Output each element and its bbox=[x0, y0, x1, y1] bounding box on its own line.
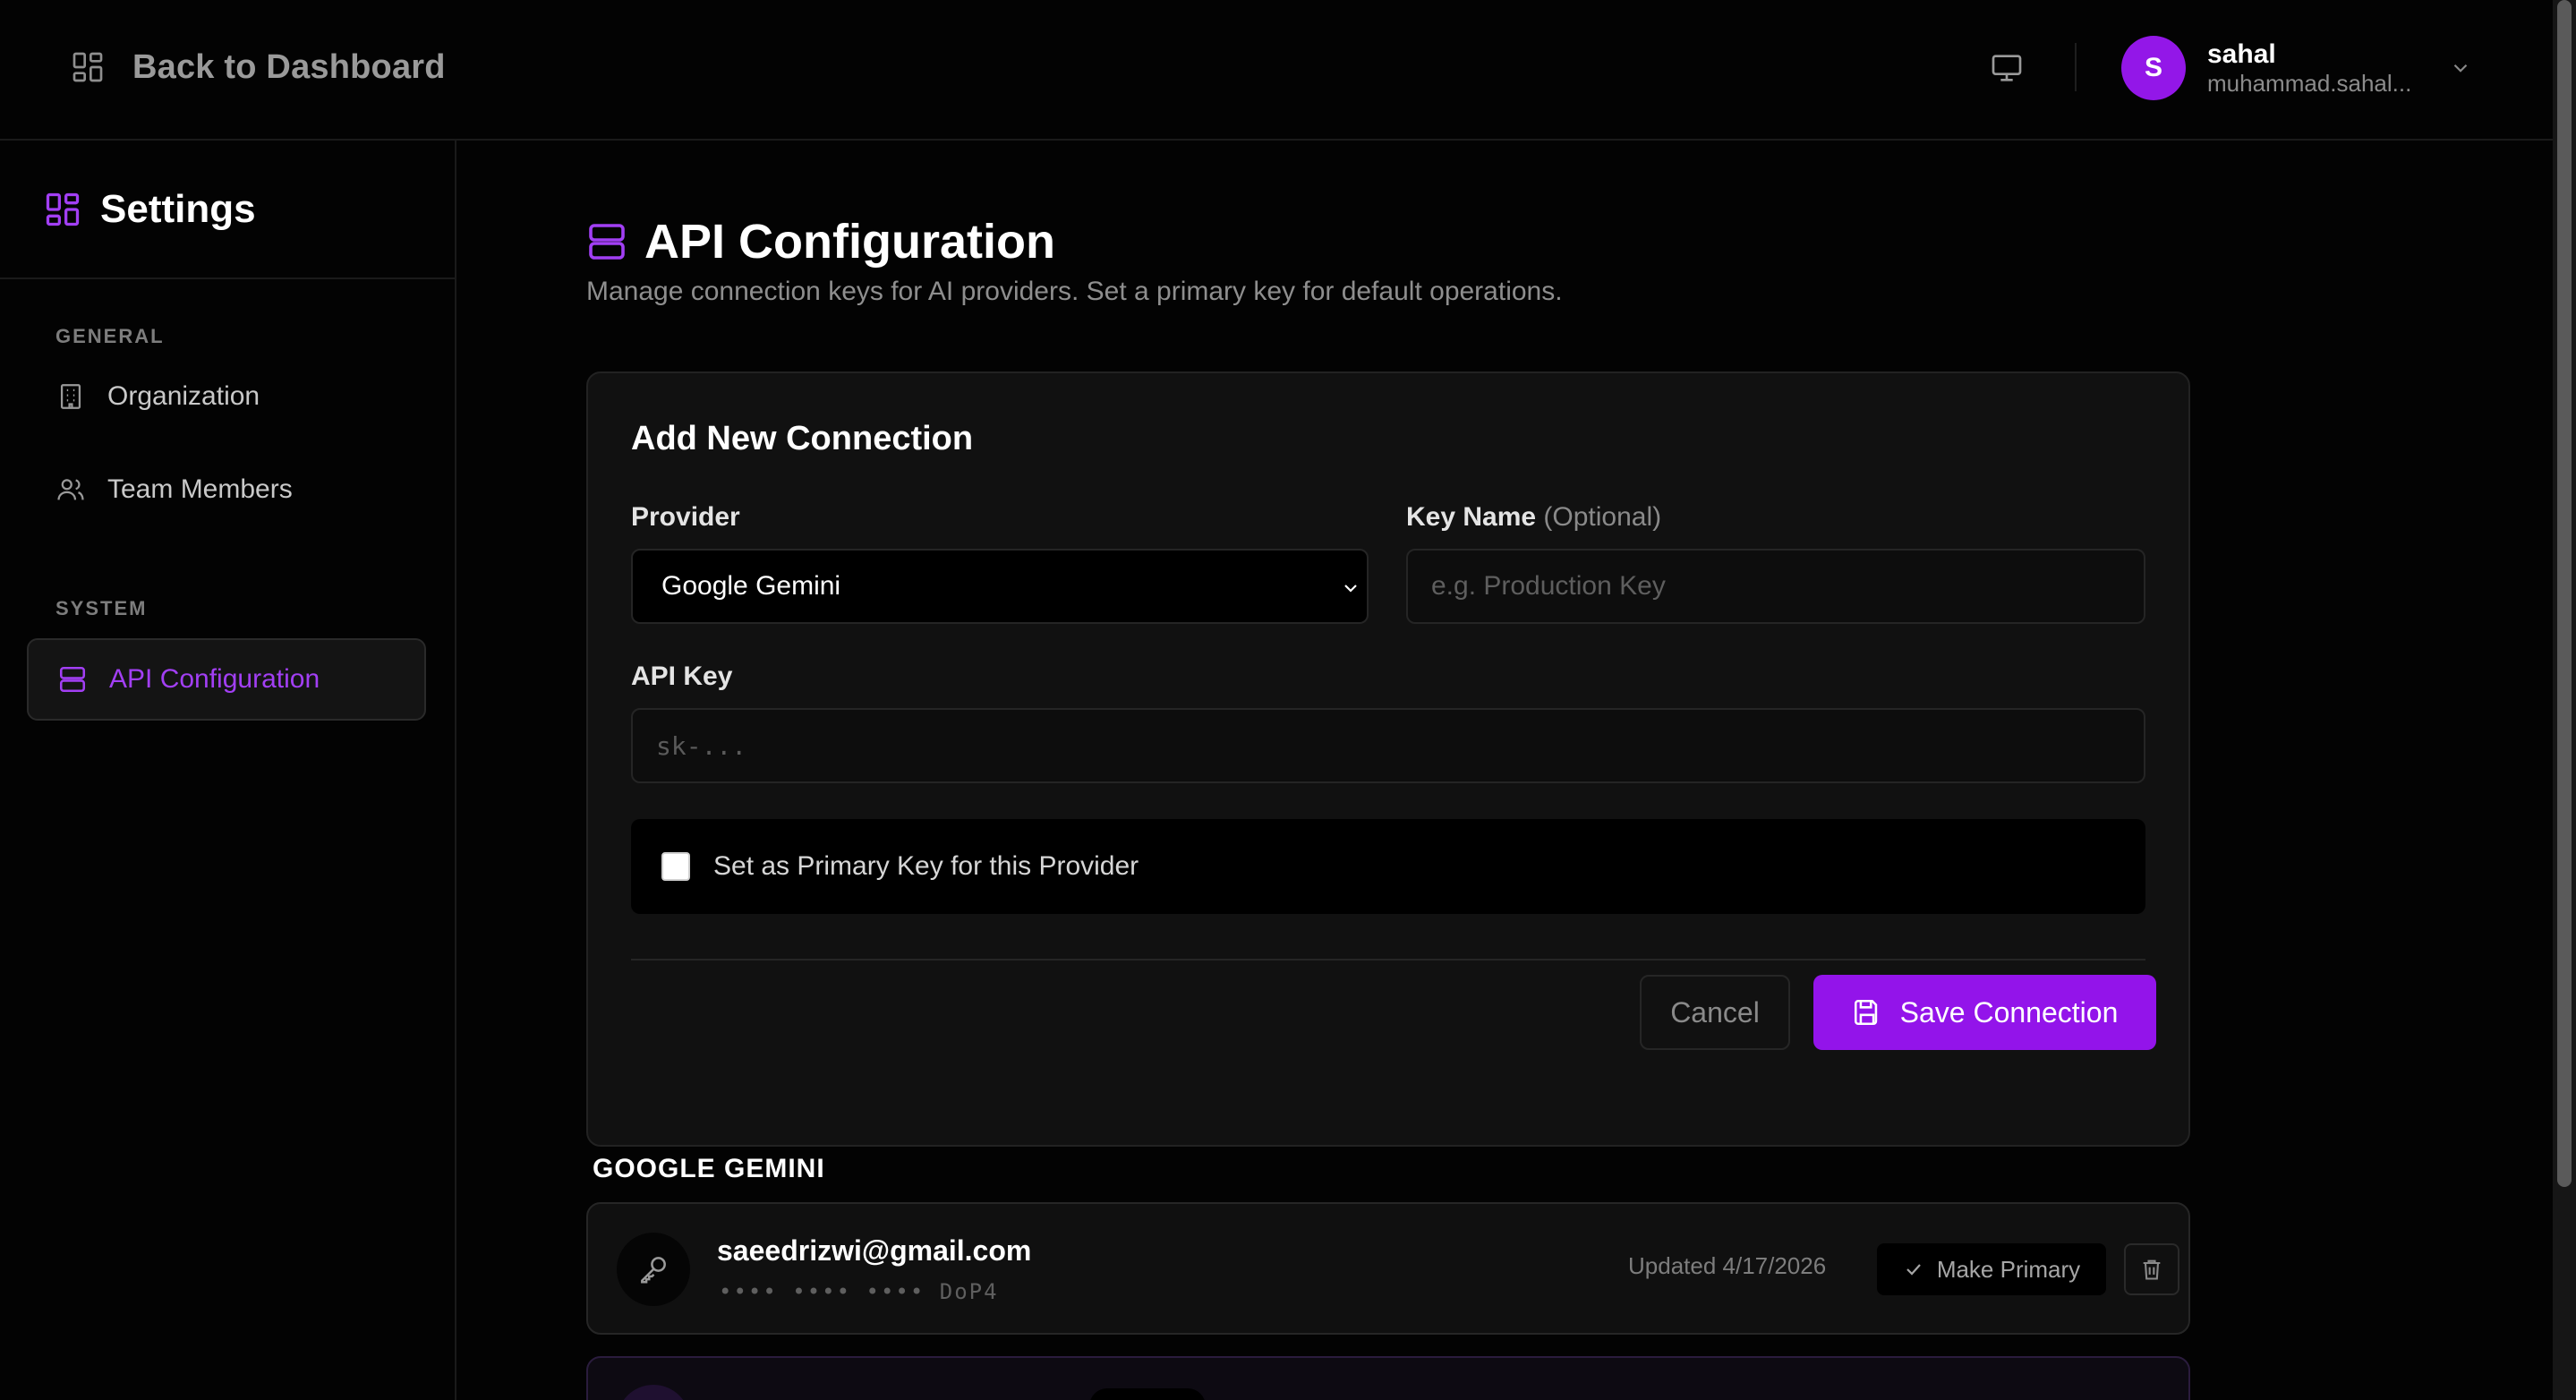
sidebar-title: Settings bbox=[100, 186, 256, 231]
provider-select[interactable]: Google Gemini bbox=[631, 549, 1369, 624]
section-label-system: SYSTEM bbox=[55, 597, 148, 619]
user-name: sahal bbox=[2207, 39, 2276, 69]
key-name-placeholder: e.g. Production Key bbox=[1431, 571, 1666, 601]
avatar: S bbox=[2121, 36, 2186, 100]
check-icon bbox=[1906, 1264, 1921, 1276]
provider-group-label: GOOGLE GEMINI bbox=[593, 1154, 825, 1183]
key-icon-wrap bbox=[617, 1233, 690, 1306]
key-updated-date: Updated 4/17/2026 bbox=[1628, 1252, 1827, 1279]
save-connection-label: Save Connection bbox=[1899, 995, 2119, 1029]
provider-select-value: Google Gemini bbox=[661, 571, 841, 601]
api-key-input[interactable]: sk-... bbox=[631, 708, 2145, 783]
user-menu[interactable]: S sahal muhammad.sahal... bbox=[2121, 34, 2479, 102]
save-connection-button[interactable]: Save Connection bbox=[1813, 975, 2156, 1050]
trash-icon bbox=[2143, 1259, 2161, 1280]
primary-key-checkbox[interactable] bbox=[661, 852, 690, 881]
back-to-dashboard-label: Back to Dashboard bbox=[132, 47, 446, 86]
chevron-down-icon bbox=[2453, 64, 2468, 73]
sidebar-item-api-configuration[interactable]: API Configuration bbox=[27, 638, 426, 721]
key-row: saeedrizwi@gmail.com •••• •••• •••• DoP4… bbox=[586, 1202, 2190, 1335]
key-name-label: Key Name (Optional) bbox=[1406, 502, 1661, 533]
top-bar: Back to Dashboard S sahal muhammad.sahal… bbox=[0, 0, 2553, 141]
sidebar: Settings GENERAL Organization Team Membe… bbox=[0, 141, 456, 1400]
key-masked-value: •••• •••• •••• DoP4 bbox=[719, 1279, 999, 1304]
app-root: Back to Dashboard S sahal muhammad.sahal… bbox=[0, 0, 2576, 1400]
sidebar-item-label: Organization bbox=[107, 381, 260, 411]
server-icon bbox=[589, 224, 625, 260]
card-title: Add New Connection bbox=[631, 420, 974, 457]
page-scrollbar[interactable] bbox=[2553, 0, 2576, 1400]
page-header: API Configuration bbox=[585, 214, 1055, 269]
building-icon bbox=[60, 384, 81, 409]
display-mode-button[interactable] bbox=[1985, 47, 2028, 90]
key-icon-wrap bbox=[617, 1385, 690, 1400]
make-primary-button[interactable]: Make Primary bbox=[1877, 1243, 2106, 1295]
delete-key-button[interactable] bbox=[2124, 1243, 2179, 1295]
api-key-placeholder: sk-... bbox=[656, 730, 747, 761]
sidebar-item-organization[interactable]: Organization bbox=[27, 355, 426, 438]
users-icon bbox=[57, 479, 84, 500]
sidebar-item-team-members[interactable]: Team Members bbox=[27, 448, 426, 531]
key-name-optional: (Optional) bbox=[1543, 502, 1662, 532]
make-primary-label: Make Primary bbox=[1936, 1255, 2081, 1283]
sidebar-header: Settings bbox=[0, 141, 455, 279]
api-key-label: API Key bbox=[631, 662, 733, 691]
primary-key-checkbox-label: Set as Primary Key for this Provider bbox=[713, 851, 1139, 881]
dashboard-grid-icon bbox=[73, 52, 103, 82]
server-icon bbox=[59, 666, 86, 693]
sidebar-item-label: Team Members bbox=[107, 474, 293, 504]
provider-label: Provider bbox=[631, 502, 740, 532]
page-title: API Configuration bbox=[644, 215, 1055, 269]
key-name: saeedrizwi@gmail.com bbox=[717, 1234, 1032, 1267]
card-divider bbox=[631, 959, 2145, 960]
key-name-input[interactable]: e.g. Production Key bbox=[1406, 549, 2145, 624]
topbar-divider bbox=[2075, 43, 2077, 91]
primary-badge bbox=[1089, 1388, 1206, 1400]
scrollbar-thumb[interactable] bbox=[2557, 0, 2572, 1187]
cancel-button[interactable]: Cancel bbox=[1640, 975, 1790, 1050]
main-content: API Configuration Manage connection keys… bbox=[458, 141, 2553, 1400]
key-name-label-text: Key Name bbox=[1406, 502, 1537, 532]
section-label-general: GENERAL bbox=[55, 325, 165, 347]
save-icon bbox=[1854, 999, 1877, 1026]
sidebar-item-label: API Configuration bbox=[109, 664, 320, 694]
primary-key-checkbox-row[interactable]: Set as Primary Key for this Provider bbox=[631, 819, 2145, 914]
back-to-dashboard-link[interactable]: Back to Dashboard bbox=[70, 45, 446, 90]
key-row-partial bbox=[586, 1356, 2190, 1400]
add-connection-card: Add New Connection Provider Google Gemin… bbox=[586, 371, 2190, 1147]
user-email: muhammad.sahal... bbox=[2207, 70, 2412, 97]
settings-grid-icon bbox=[46, 192, 80, 226]
monitor-icon bbox=[1992, 55, 2022, 81]
chevron-down-icon bbox=[1344, 585, 1357, 593]
user-info: sahal muhammad.sahal... bbox=[2207, 39, 2422, 97]
key-icon bbox=[641, 1257, 666, 1284]
page-description: Manage connection keys for AI providers.… bbox=[586, 277, 1563, 306]
